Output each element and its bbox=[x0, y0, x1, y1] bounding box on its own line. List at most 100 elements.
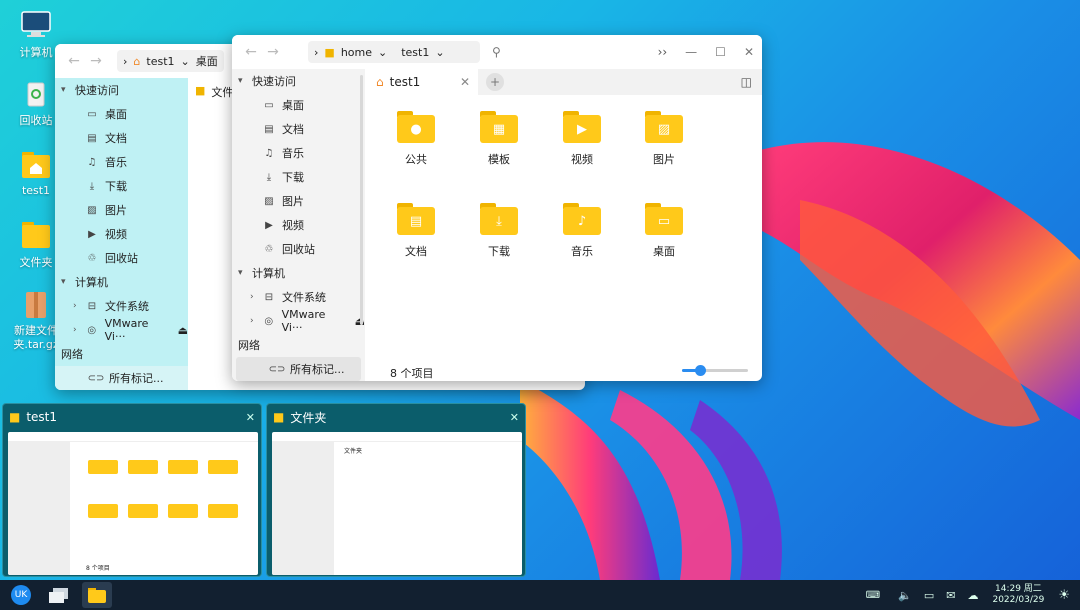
trash-icon bbox=[19, 78, 53, 108]
sidebar-item-music[interactable]: ♫ 音乐 bbox=[55, 150, 188, 174]
sidebar-item-videos[interactable]: ▶ 视频 bbox=[232, 213, 365, 237]
download-icon: ⤓ bbox=[89, 180, 95, 192]
multitask-view-icon[interactable] bbox=[46, 584, 72, 606]
folder-icon: ■ bbox=[273, 410, 285, 424]
status-item-count: 8 个项目 bbox=[390, 367, 434, 380]
tag-icon: ⊂⊃ bbox=[87, 372, 105, 384]
sidebar-section-network[interactable]: 网络 bbox=[232, 333, 365, 357]
forward-icon[interactable]: → bbox=[85, 53, 107, 69]
file-manager-task-icon[interactable] bbox=[82, 582, 112, 608]
sidebar-item-downloads[interactable]: ⤓ 下载 bbox=[232, 165, 365, 189]
more-icon[interactable]: ›› bbox=[658, 45, 668, 59]
folder-item[interactable]: ⤓ 下载 bbox=[469, 203, 529, 259]
chevron-down-icon: ⌄ bbox=[435, 45, 445, 59]
folder-item[interactable]: ▭ 桌面 bbox=[634, 203, 694, 259]
sidebar-item-music[interactable]: ♫ 音乐 bbox=[232, 141, 365, 165]
document-icon: ▤ bbox=[87, 132, 97, 144]
folder-item[interactable]: ▨ 图片 bbox=[634, 111, 694, 167]
forward-icon[interactable]: → bbox=[262, 44, 284, 60]
desktop-folder-icon: ▭ bbox=[645, 203, 683, 235]
sidebar-item-pictures[interactable]: ▨ 图片 bbox=[232, 189, 365, 213]
thumbnail-status: 8 个项目 bbox=[86, 565, 110, 572]
folder-item[interactable]: ▤ 文档 bbox=[386, 203, 446, 259]
sidebar-item-desktop[interactable]: ▭ 桌面 bbox=[55, 102, 188, 126]
home-folder-icon bbox=[19, 150, 53, 180]
sidebar-item-filesystem[interactable]: › ⊟ 文件系统 bbox=[55, 294, 188, 318]
sidebar-item-pictures[interactable]: ▨ 图片 bbox=[55, 198, 188, 222]
view-toggle-icon[interactable]: ◫ bbox=[741, 75, 752, 89]
chevron-right-icon: › bbox=[314, 45, 319, 59]
sidebar-item-videos[interactable]: ▶ 视频 bbox=[55, 222, 188, 246]
taskbar: UK ⌨ 🔈 ▭ ✉ ☁ 14:29 周二 2022/03/29 ☀ bbox=[0, 580, 1080, 610]
thumbnail-preview: 8 个项目 bbox=[8, 432, 258, 575]
minimize-icon[interactable]: — bbox=[685, 45, 697, 59]
back-icon[interactable]: ← bbox=[240, 44, 262, 60]
sidebar-item-documents[interactable]: ▤ 文档 bbox=[232, 117, 365, 141]
video-icon: ▶ bbox=[265, 219, 273, 231]
tab-bar: ⌂ test1 ✕ + ◫ bbox=[368, 69, 762, 95]
folder-item[interactable]: ▶ 视频 bbox=[552, 111, 612, 167]
sidebar-item-trash[interactable]: ♲ 回收站 bbox=[55, 246, 188, 270]
sidebar-section-computer[interactable]: ▾ 计算机 bbox=[232, 261, 365, 285]
breadcrumb-item[interactable]: test1 bbox=[401, 46, 429, 59]
sidebar-section-computer[interactable]: ▾ 计算机 bbox=[55, 270, 188, 294]
search-icon[interactable]: ⚲ bbox=[492, 45, 501, 59]
sidebar-item-all-tags[interactable]: ⊂⊃ 所有标记... bbox=[236, 357, 361, 381]
breadcrumb-item[interactable]: 桌面 bbox=[196, 53, 218, 69]
sidebar-item-filesystem[interactable]: › ⊟ 文件系统 bbox=[232, 285, 365, 309]
sidebar-section-quick-access[interactable]: ▾ 快速访问 bbox=[232, 69, 365, 93]
close-icon[interactable]: ✕ bbox=[246, 411, 255, 424]
drive-icon: ⊟ bbox=[87, 300, 97, 312]
chevron-right-icon: › bbox=[123, 54, 128, 68]
window-thumbnail-folder[interactable]: ■ 文件夹 ✕ 文件夹 bbox=[266, 403, 526, 577]
close-icon[interactable]: ✕ bbox=[510, 411, 519, 424]
folder-item[interactable]: ♪ 音乐 bbox=[552, 203, 612, 259]
folder-item[interactable]: ▦ 模板 bbox=[469, 111, 529, 167]
back-icon[interactable]: ← bbox=[63, 53, 85, 69]
folder-icon: ■ bbox=[195, 84, 206, 97]
close-icon[interactable]: ✕ bbox=[744, 45, 754, 59]
sidebar-item-vmware[interactable]: ›◎VMware Vi···⏏ bbox=[55, 317, 188, 343]
cloud-icon[interactable]: ☁ bbox=[967, 589, 978, 602]
sidebar-item-vmware[interactable]: ›◎VMware Vi···⏏ bbox=[232, 308, 365, 334]
volume-icon[interactable]: 🔈 bbox=[898, 589, 912, 602]
music-icon: ♫ bbox=[264, 147, 274, 159]
tab-label: test1 bbox=[389, 75, 421, 89]
breadcrumb[interactable]: › ⌂ test1 ⌄ 桌面 bbox=[117, 50, 224, 72]
sidebar-section-network[interactable]: 网络 bbox=[55, 342, 188, 366]
start-menu-icon[interactable]: UK bbox=[8, 584, 34, 606]
document-icon: ▤ bbox=[264, 123, 274, 135]
theme-toggle-icon[interactable]: ☀ bbox=[1058, 588, 1070, 603]
add-tab-icon[interactable]: + bbox=[486, 73, 504, 91]
sidebar-item-trash[interactable]: ♲ 回收站 bbox=[232, 237, 365, 261]
sidebar-item-documents[interactable]: ▤ 文档 bbox=[55, 126, 188, 150]
thumbnail-title: test1 bbox=[26, 410, 58, 424]
keyboard-icon[interactable]: ⌨ bbox=[866, 590, 880, 601]
close-icon[interactable]: ✕ bbox=[460, 75, 470, 89]
window-thumbnail-test1[interactable]: ■ test1 ✕ 8 个项目 bbox=[2, 403, 262, 577]
file-manager-window-front[interactable]: ← → › ■ home ⌄ test1 ⌄ ⚲ ›› — ☐ ✕ ▾ 快速访问 … bbox=[232, 35, 762, 381]
folder-item[interactable]: ● 公共 bbox=[386, 111, 446, 167]
template-folder-icon: ▦ bbox=[480, 111, 518, 143]
breadcrumb[interactable]: › ■ home ⌄ test1 ⌄ bbox=[308, 41, 480, 63]
sidebar-item-desktop[interactable]: ▭ 桌面 bbox=[232, 93, 365, 117]
thumbnail-item: 文件夹 bbox=[344, 448, 363, 455]
breadcrumb-item[interactable]: home bbox=[341, 46, 372, 59]
maximize-icon[interactable]: ☐ bbox=[715, 45, 726, 59]
sidebar: ▾ 快速访问 ▭ 桌面 ▤ 文档 ♫ 音乐 ⤓ 下载 ▨ 图片 ▶ 视频 ♲ 回收站 ▾ 计算机 … bbox=[232, 69, 365, 381]
breadcrumb-item[interactable]: test1 bbox=[146, 55, 174, 68]
zoom-slider-knob[interactable] bbox=[694, 365, 706, 376]
chevron-down-icon: ⌄ bbox=[378, 45, 388, 59]
content-item[interactable]: ■ 文件 bbox=[195, 84, 233, 100]
zoom-slider[interactable] bbox=[682, 365, 748, 376]
sidebar-item-downloads[interactable]: ⤓ 下载 bbox=[55, 174, 188, 198]
clock[interactable]: 14:29 周二 2022/03/29 bbox=[992, 584, 1044, 606]
tab-test1[interactable]: ⌂ test1 ✕ bbox=[368, 69, 478, 95]
clock-date: 2022/03/29 bbox=[992, 595, 1045, 605]
sidebar-section-quick-access[interactable]: ▾ 快速访问 bbox=[55, 78, 188, 102]
sidebar-item-all-tags[interactable]: ⊂⊃ 所有标记... bbox=[55, 366, 188, 390]
notification-icon[interactable]: ✉ bbox=[946, 589, 955, 602]
sidebar-splitter[interactable] bbox=[360, 75, 363, 325]
network-icon[interactable]: ▭ bbox=[924, 589, 934, 602]
archive-icon bbox=[19, 290, 53, 320]
